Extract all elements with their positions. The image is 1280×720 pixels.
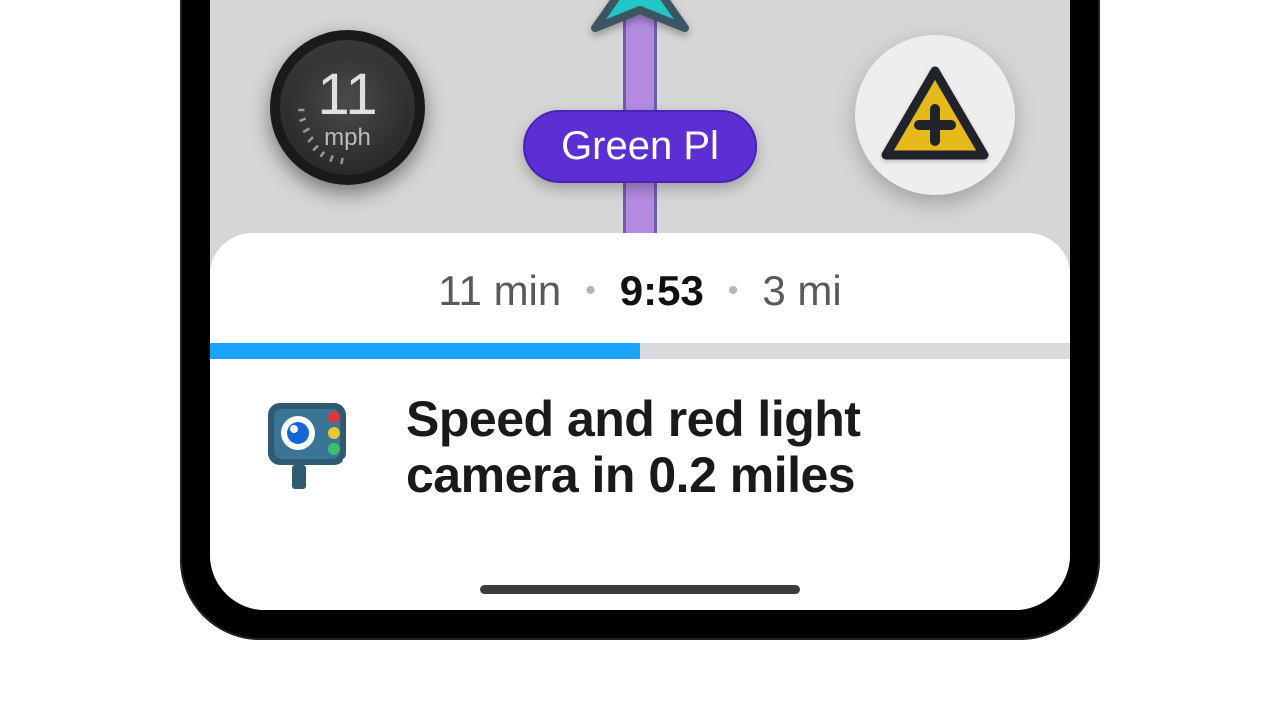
- separator-dot: •: [585, 274, 596, 308]
- home-indicator[interactable]: [480, 585, 800, 594]
- stage: 11 mph Green Pl: [0, 0, 1280, 720]
- speedometer-value: 11: [317, 66, 377, 124]
- speedometer-unit: mph: [324, 126, 371, 150]
- phone-screen: 11 mph Green Pl: [210, 0, 1070, 610]
- trip-summary-card[interactable]: 11 min • 9:53 • 3 mi: [210, 233, 1070, 610]
- report-button[interactable]: [855, 35, 1015, 195]
- remaining-distance: 3 mi: [762, 267, 841, 315]
- street-name-pill[interactable]: Green Pl: [523, 110, 757, 183]
- phone-frame: 11 mph Green Pl: [180, 0, 1100, 640]
- alert-row[interactable]: Speed and red light camera in 0.2 miles: [210, 359, 1070, 504]
- speedometer[interactable]: 11 mph: [270, 30, 425, 185]
- warning-plus-icon: [880, 65, 990, 165]
- trip-stats-row: 11 min • 9:53 • 3 mi: [210, 233, 1070, 315]
- trip-progress-fill: [210, 343, 640, 359]
- eta-time: 9:53: [620, 267, 704, 315]
- trip-progress-bar: [210, 343, 1070, 359]
- speed-camera-icon: [260, 389, 370, 504]
- remaining-time: 11 min: [438, 267, 561, 315]
- separator-dot: •: [728, 274, 739, 308]
- street-name-label: Green Pl: [561, 124, 719, 168]
- alert-message: Speed and red light camera in 0.2 miles: [406, 391, 1020, 503]
